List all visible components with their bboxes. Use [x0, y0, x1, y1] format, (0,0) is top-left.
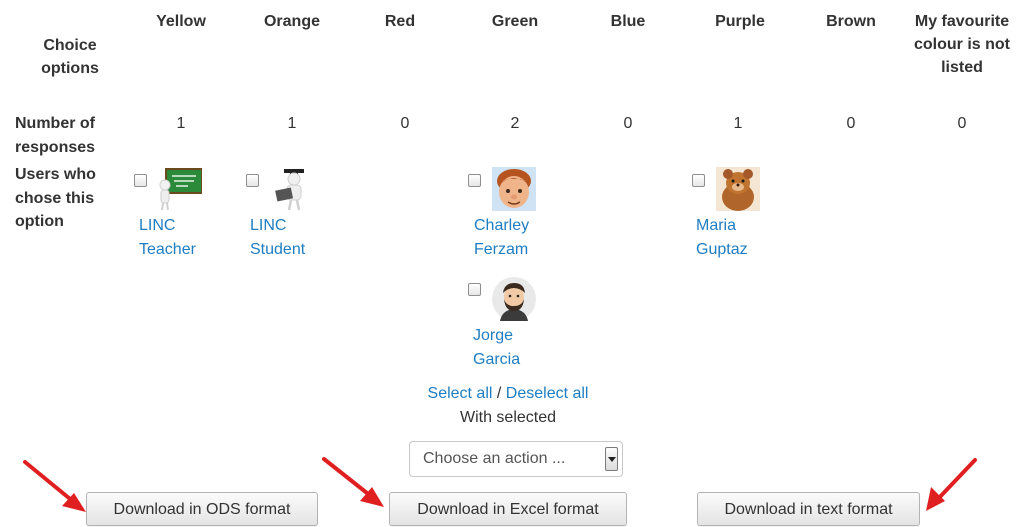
- arrow-icon: [926, 458, 977, 511]
- arrow-icon: [23, 460, 86, 512]
- arrow-icon: [322, 457, 384, 507]
- annotation-arrows: [23, 457, 977, 512]
